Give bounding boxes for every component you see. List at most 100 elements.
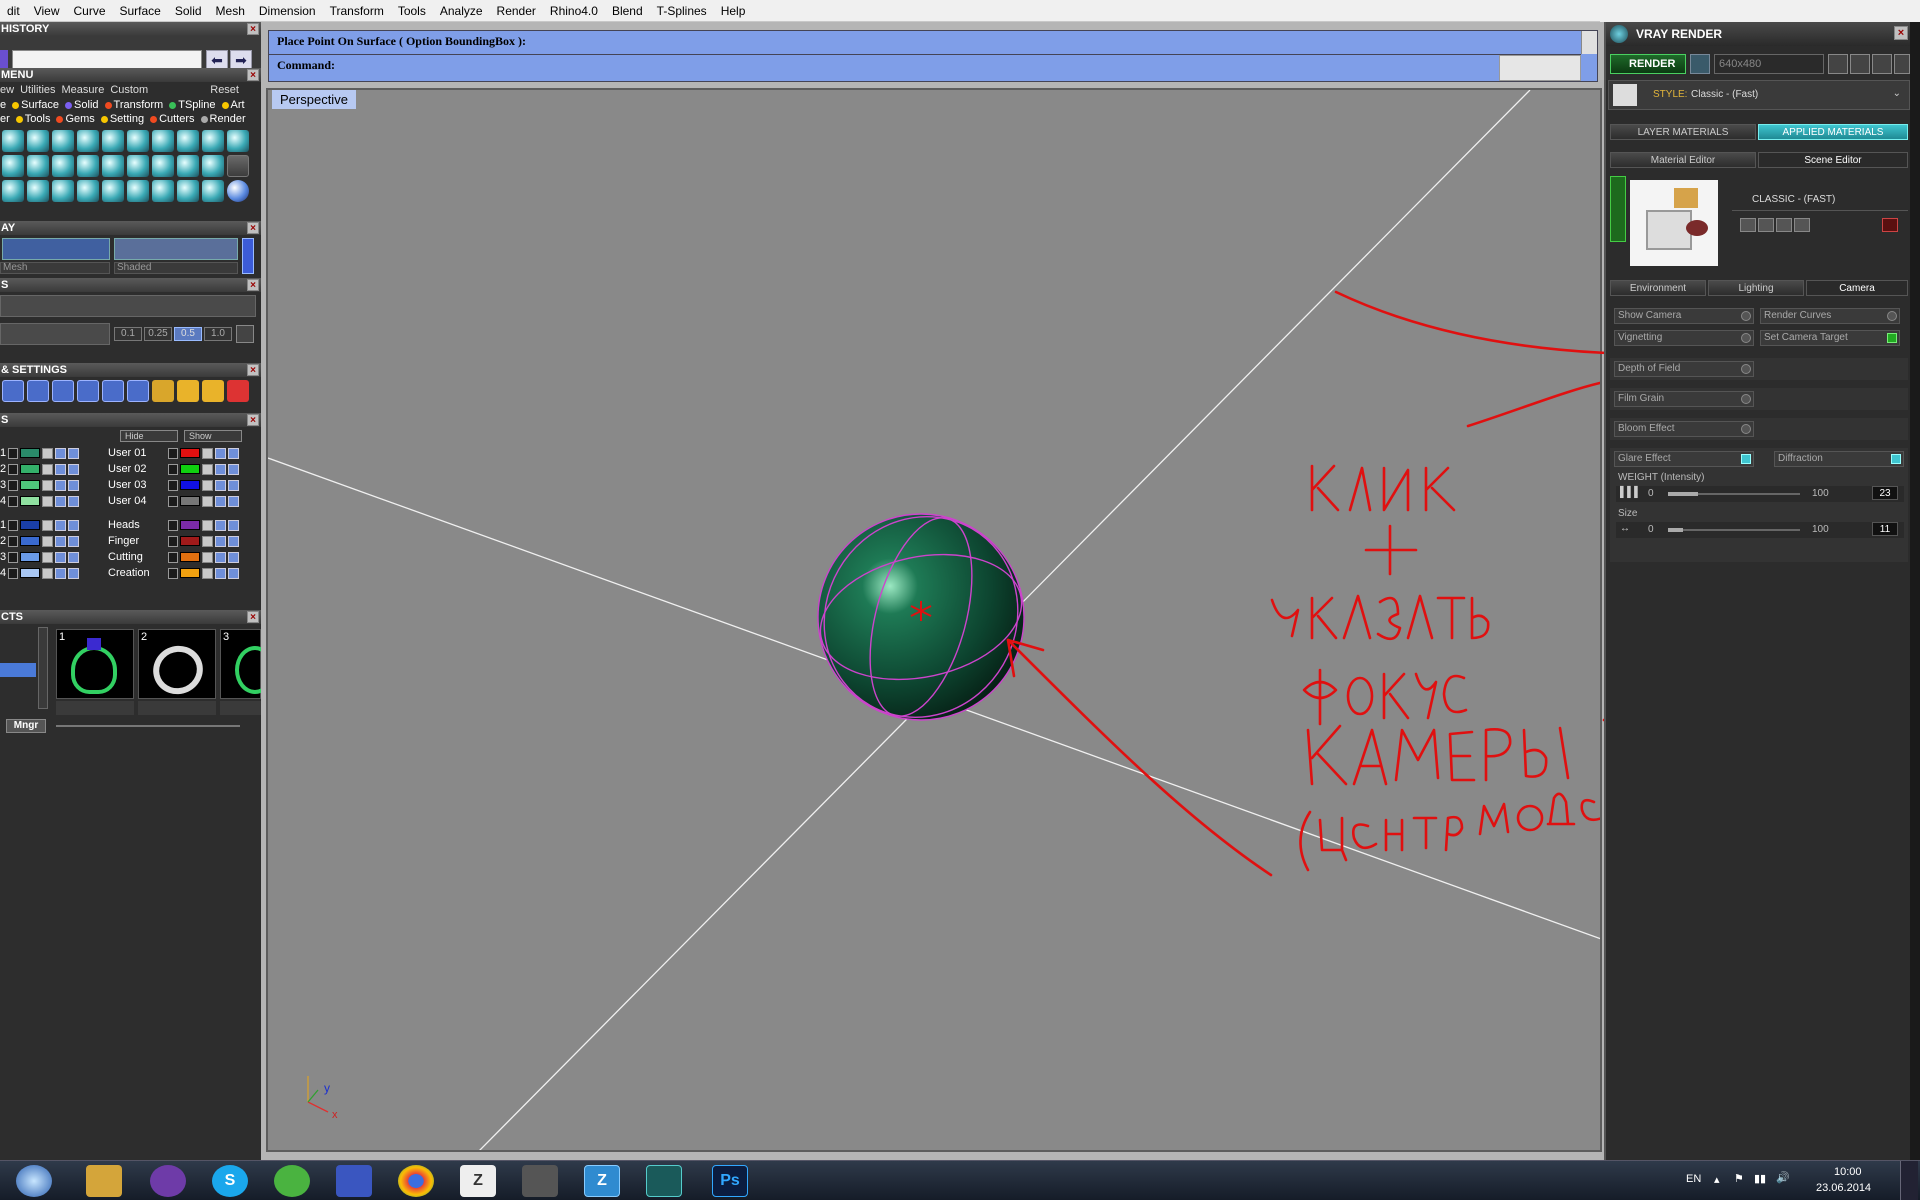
tool-icon[interactable] <box>27 180 49 202</box>
arrow-icon[interactable] <box>168 495 178 507</box>
tray-arrow-icon[interactable]: ▴ <box>1714 1173 1720 1186</box>
tool-icon[interactable] <box>152 180 174 202</box>
toggle-icon[interactable] <box>1741 311 1751 321</box>
tab-material-editor[interactable]: Material Editor <box>1610 152 1756 168</box>
lock-icon[interactable] <box>202 495 213 507</box>
set-camera-target-button[interactable]: Set Camera Target <box>1760 330 1900 346</box>
save-icon[interactable] <box>1740 218 1756 232</box>
diffraction-toggle[interactable]: Diffraction <box>1774 451 1904 467</box>
shading-mode-buttons[interactable] <box>114 238 238 260</box>
menu-dimension[interactable]: Dimension <box>252 4 323 18</box>
torrent-icon[interactable] <box>150 1165 186 1197</box>
toggle-icon[interactable] <box>1741 424 1751 434</box>
tool-icon[interactable] <box>52 180 74 202</box>
tab-layer-materials[interactable]: LAYER MATERIALS <box>1610 124 1756 140</box>
tool-icon[interactable] <box>2 155 24 177</box>
visibility-toggle[interactable] <box>215 535 226 547</box>
arrow-icon[interactable] <box>8 535 19 547</box>
visibility-toggle[interactable] <box>55 479 67 491</box>
object-thumbnail-3[interactable]: 3 <box>220 629 261 699</box>
visibility-toggle[interactable] <box>68 551 80 563</box>
tool-icon[interactable] <box>152 130 174 152</box>
menu-tsplines[interactable]: T-Splines <box>650 4 714 18</box>
menu-tab-utilities[interactable]: Utilities <box>20 84 61 96</box>
menu-item-er[interactable]: er <box>0 113 16 125</box>
toggle-icon[interactable] <box>1741 394 1751 404</box>
chevron-down-icon[interactable]: ⌄ <box>1893 88 1901 99</box>
snap-toolbar[interactable] <box>0 295 256 317</box>
close-icon[interactable]: × <box>247 23 259 35</box>
menu-item-tools[interactable]: Tools <box>25 113 57 125</box>
close-icon[interactable]: × <box>247 222 259 234</box>
arrow-icon[interactable] <box>8 463 19 475</box>
menu-item-render[interactable]: Render <box>210 113 252 125</box>
clock-time[interactable]: 10:00 <box>1834 1166 1862 1178</box>
visibility-toggle[interactable] <box>215 551 226 563</box>
arrow-icon[interactable] <box>8 447 19 459</box>
layer-color[interactable] <box>180 496 200 506</box>
network-icon[interactable]: ▮▮ <box>1754 1172 1766 1185</box>
lock-icon[interactable] <box>202 519 213 531</box>
rewind-icon[interactable] <box>1828 54 1848 74</box>
visibility-toggle[interactable] <box>228 495 239 507</box>
visibility-toggle[interactable] <box>68 447 80 459</box>
tool-icon[interactable] <box>27 130 49 152</box>
lock-icon[interactable] <box>202 551 213 563</box>
object-actions-2[interactable] <box>138 701 216 715</box>
layer-row[interactable]: User 01 <box>108 446 261 460</box>
lock-icon[interactable] <box>42 551 54 563</box>
lock-icon[interactable] <box>42 535 54 547</box>
history-field[interactable] <box>12 50 202 70</box>
weight-value[interactable]: 23 <box>1872 486 1898 500</box>
menu-item-cutters[interactable]: Cutters <box>159 113 200 125</box>
layer-row[interactable]: Cutting <box>108 550 261 564</box>
bloom-effect-toggle[interactable]: Bloom Effect <box>1614 421 1754 437</box>
layer-color[interactable] <box>20 496 41 506</box>
command-scroll-controls[interactable] <box>1499 55 1581 81</box>
close-icon[interactable]: × <box>247 414 259 426</box>
layer-color[interactable] <box>20 480 41 490</box>
glare-effect-toggle[interactable]: Glare Effect <box>1614 451 1754 467</box>
close-icon[interactable]: × <box>247 611 259 623</box>
show-button[interactable]: Show <box>184 430 242 442</box>
close-icon[interactable]: × <box>247 279 259 291</box>
settings-icon[interactable] <box>52 380 74 402</box>
vignetting-toggle[interactable]: Vignetting <box>1614 330 1754 346</box>
visibility-toggle[interactable] <box>228 551 239 563</box>
toggle-icon[interactable] <box>1741 364 1751 374</box>
settings-icon[interactable] <box>202 380 224 402</box>
layer-color[interactable] <box>180 552 200 562</box>
explorer-icon[interactable] <box>86 1165 122 1197</box>
tab-scene-editor[interactable]: Scene Editor <box>1758 152 1908 168</box>
menu-mesh[interactable]: Mesh <box>209 4 252 18</box>
tool-icon[interactable] <box>102 180 124 202</box>
mesh-select[interactable]: Mesh <box>0 262 110 274</box>
tool-icon[interactable] <box>77 130 99 152</box>
lock-icon[interactable] <box>202 535 213 547</box>
scroll-handle[interactable] <box>242 238 254 274</box>
arrow-icon[interactable] <box>168 567 178 579</box>
arrow-icon[interactable] <box>8 551 19 563</box>
settings-icon[interactable] <box>227 380 249 402</box>
arrow-icon[interactable] <box>8 519 19 531</box>
toggle-on-icon[interactable] <box>1891 454 1901 464</box>
skype-icon[interactable]: S <box>212 1165 248 1197</box>
layer-row[interactable]: Finger <box>108 534 261 548</box>
manager-button[interactable]: Mngr <box>6 719 46 733</box>
menu-tab-view[interactable]: ew <box>0 84 20 96</box>
objects-selected-bar[interactable] <box>0 663 36 677</box>
visibility-toggle[interactable] <box>228 567 239 579</box>
show-camera-toggle[interactable]: Show Camera <box>1614 308 1754 324</box>
visibility-toggle[interactable] <box>228 535 239 547</box>
settings-icon[interactable] <box>2 380 24 402</box>
tool-icon[interactable] <box>177 180 199 202</box>
snap-value-0-1[interactable]: 0.1 <box>114 327 142 341</box>
tab-camera[interactable]: Camera <box>1806 280 1908 296</box>
render-curves-toggle[interactable]: Render Curves <box>1760 308 1900 324</box>
list-icon[interactable] <box>1872 54 1892 74</box>
settings-icon[interactable] <box>77 380 99 402</box>
layer-color[interactable] <box>20 464 41 474</box>
start-button-icon[interactable] <box>16 1165 52 1197</box>
depth-of-field-toggle[interactable]: Depth of Field <box>1614 361 1754 377</box>
menu-rhino40[interactable]: Rhino4.0 <box>543 4 605 18</box>
